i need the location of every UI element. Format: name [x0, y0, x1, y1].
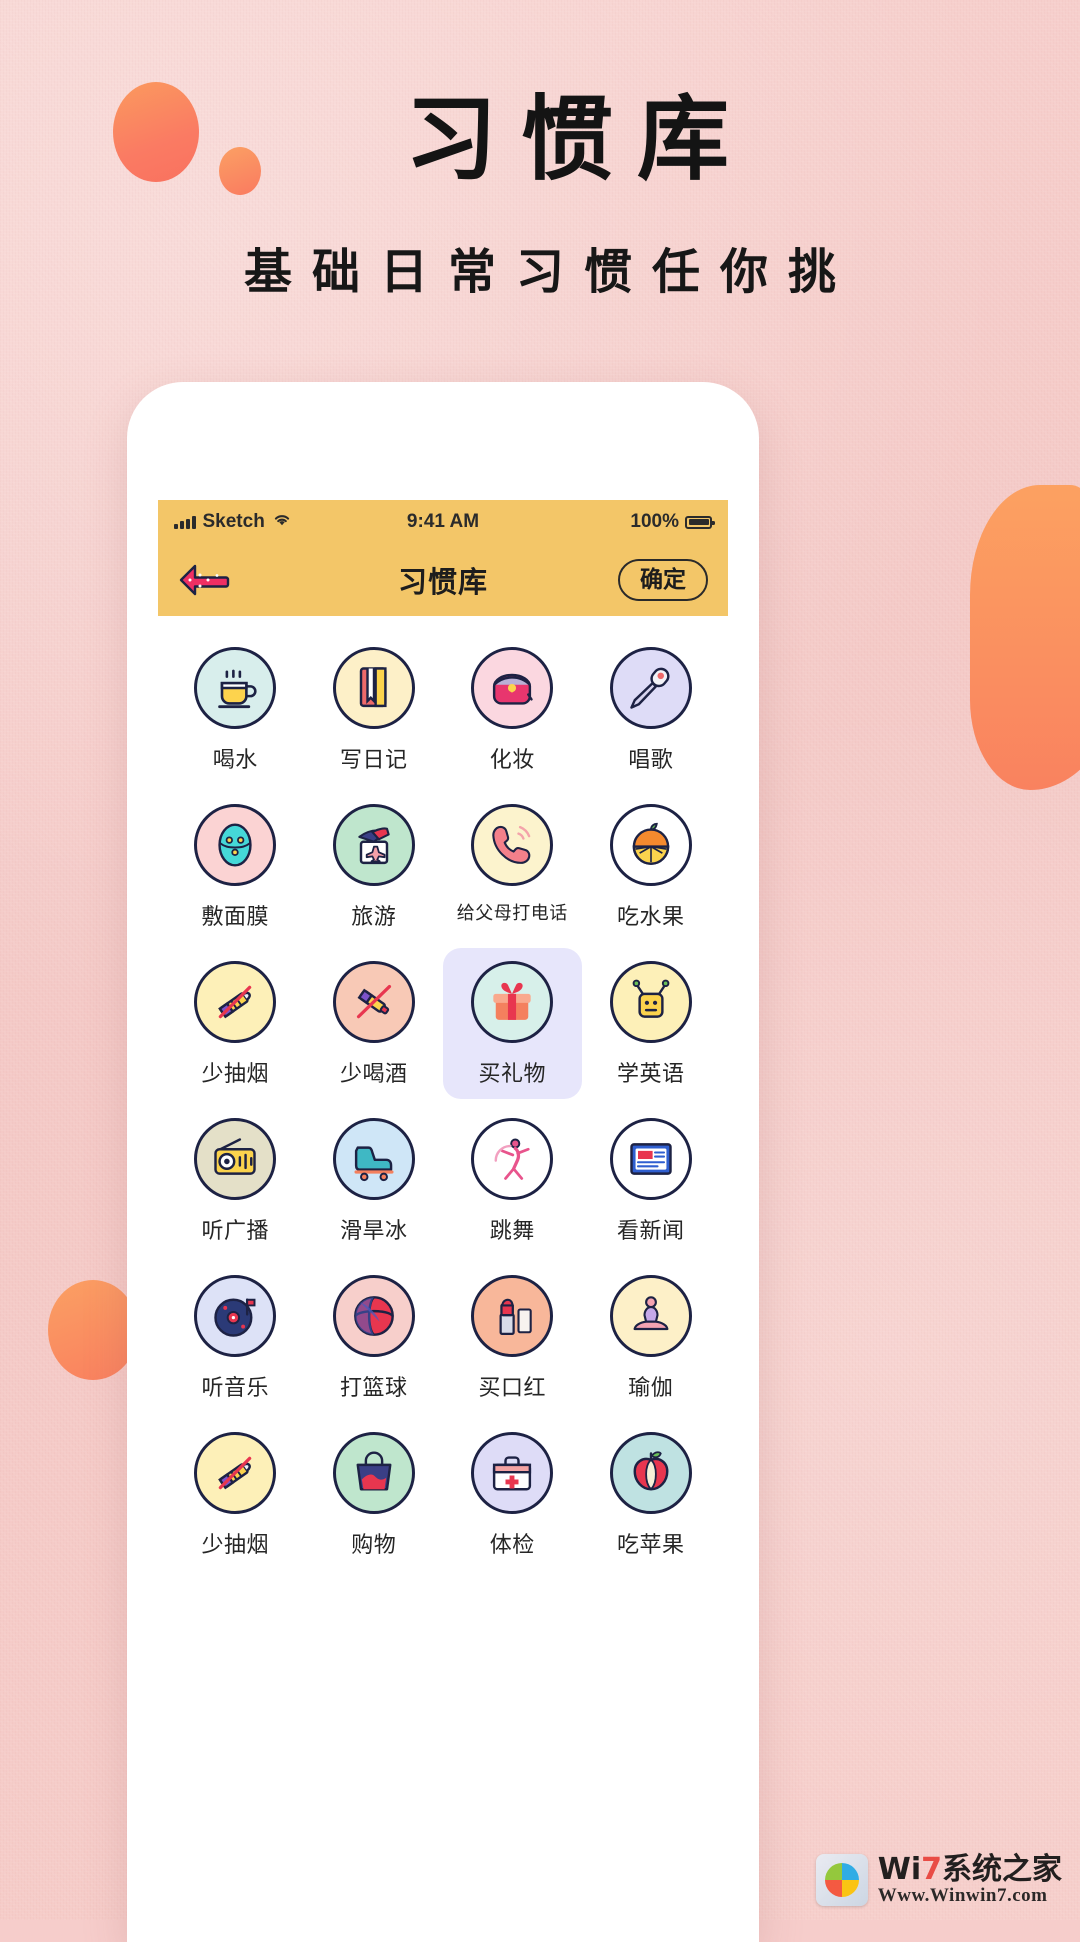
habit-item[interactable]: 买礼物 — [443, 948, 582, 1099]
habit-item[interactable]: 购物 — [305, 1419, 444, 1570]
habit-item-label: 旅游 — [351, 905, 397, 930]
habit-item[interactable]: 少抽烟 — [166, 1419, 305, 1570]
habit-item[interactable]: 听广播 — [166, 1105, 305, 1256]
habit-item-label: 看新闻 — [616, 1219, 685, 1244]
habit-item[interactable]: 唱歌 — [582, 634, 721, 785]
purse-icon — [471, 647, 554, 729]
habit-item-label: 打篮球 — [339, 1376, 408, 1401]
habit-item[interactable]: 体检 — [443, 1419, 582, 1570]
gift-icon — [471, 961, 554, 1043]
habit-item-label: 唱歌 — [628, 748, 674, 773]
dance-icon — [471, 1118, 554, 1200]
decorative-blob-right — [970, 485, 1080, 790]
habit-item-label: 体检 — [489, 1533, 535, 1558]
habit-item-label: 化妆 — [489, 748, 535, 773]
shopping-bag-icon — [332, 1432, 415, 1514]
phone-mockup: Sketch 9:41 AM 100% 习惯库 确定 喝水 写日记 化妆 唱歌 … — [127, 382, 759, 1942]
habit-item-label: 滑旱冰 — [339, 1219, 408, 1244]
english-icon — [609, 961, 692, 1043]
habit-item-label: 给父母打电话 — [456, 903, 568, 924]
carrier-label: Sketch — [202, 511, 265, 532]
habit-item[interactable]: 吃苹果 — [582, 1419, 721, 1570]
habit-item-label: 买口红 — [478, 1376, 546, 1401]
habit-item[interactable]: 滑旱冰 — [305, 1105, 444, 1256]
habit-item-label: 购物 — [351, 1533, 397, 1558]
confirm-button[interactable]: 确定 — [618, 558, 708, 602]
face-mask-icon — [194, 804, 277, 886]
habit-item[interactable]: 学英语 — [582, 948, 721, 1099]
no-alcohol-icon — [332, 961, 415, 1043]
watermark-brand: Wi7系统之家 — [878, 1854, 1062, 1886]
lipstick-icon — [471, 1275, 554, 1357]
watermark-brand-prefix: Wi — [877, 1852, 922, 1888]
microphone-icon — [609, 647, 692, 729]
habit-item[interactable]: 瑜伽 — [582, 1262, 721, 1413]
book-icon — [332, 647, 415, 729]
habit-item-label: 学英语 — [616, 1062, 685, 1087]
basketball-icon — [332, 1275, 415, 1357]
status-bar: Sketch 9:41 AM 100% — [158, 500, 728, 544]
battery-percent-label: 100% — [630, 511, 679, 532]
watermark: Wi7系统之家 Www.Winwin7.com — [815, 1854, 1062, 1906]
windows-logo-icon — [815, 1854, 868, 1906]
no-smoking-icon — [194, 1432, 277, 1514]
habit-item-label: 少抽烟 — [201, 1533, 269, 1558]
phone-call-icon — [471, 804, 554, 886]
status-bar-left: Sketch — [174, 511, 292, 533]
nav-bar: 习惯库 确定 — [158, 544, 728, 616]
habit-item[interactable]: 写日记 — [305, 634, 444, 785]
habit-item[interactable]: 少抽烟 — [166, 948, 305, 1099]
habit-item[interactable]: 给父母打电话 — [443, 791, 582, 942]
habit-grid: 喝水 写日记 化妆 唱歌敷面膜 旅游 给父母打电话 吃水果少抽烟 少喝酒 买礼物 学英语听广播 滑旱… — [158, 616, 728, 1942]
habit-item[interactable]: 跳舞 — [443, 1105, 582, 1256]
habit-item-label: 买礼物 — [478, 1062, 546, 1087]
habit-item[interactable]: 听音乐 — [166, 1262, 305, 1413]
habit-item[interactable]: 吃水果 — [582, 791, 721, 942]
habit-item[interactable]: 打篮球 — [305, 1262, 444, 1413]
habit-item-label: 敷面膜 — [201, 905, 269, 930]
radio-icon — [194, 1118, 277, 1200]
news-icon — [609, 1118, 692, 1200]
habit-item[interactable]: 看新闻 — [582, 1105, 721, 1256]
wifi-icon — [272, 511, 292, 533]
habit-item[interactable]: 少喝酒 — [305, 948, 444, 1099]
signal-bars-icon — [174, 515, 196, 529]
vinyl-icon — [194, 1275, 277, 1357]
habit-item-label: 跳舞 — [489, 1219, 535, 1244]
habit-item-label: 写日记 — [339, 748, 408, 773]
skate-icon — [332, 1118, 415, 1200]
habit-item-label: 吃苹果 — [616, 1533, 685, 1558]
page-title: 习惯库 — [404, 86, 753, 193]
decorative-blob-left — [48, 1280, 138, 1380]
habit-item-label: 吃水果 — [616, 905, 685, 930]
back-arrow-icon[interactable] — [178, 563, 230, 597]
watermark-brand-accent: 7 — [921, 1852, 942, 1888]
yoga-icon — [609, 1275, 692, 1357]
page-subtitle: 基础日常习惯任你挑 — [243, 244, 856, 300]
habit-item[interactable]: 旅游 — [305, 791, 444, 942]
habit-item-label: 少喝酒 — [339, 1062, 408, 1087]
watermark-url: Www.Winwin7.com — [877, 1884, 1048, 1906]
habit-item[interactable]: 买口红 — [443, 1262, 582, 1413]
travel-icon — [332, 804, 415, 886]
status-bar-right: 100% — [630, 511, 715, 533]
app-header: Sketch 9:41 AM 100% 习惯库 确定 — [158, 500, 728, 616]
habit-item-label: 瑜伽 — [628, 1376, 674, 1401]
medical-kit-icon — [471, 1432, 554, 1514]
habit-item[interactable]: 喝水 — [166, 634, 305, 785]
habit-item-label: 少抽烟 — [201, 1062, 269, 1087]
habit-item[interactable]: 化妆 — [443, 634, 582, 785]
orange-icon — [609, 804, 692, 886]
habit-item-label: 喝水 — [212, 748, 258, 773]
habit-item-label: 听广播 — [201, 1219, 269, 1244]
cup-icon — [194, 647, 277, 729]
apple-icon — [609, 1432, 692, 1514]
watermark-brand-suffix: 系统之家 — [942, 1852, 1062, 1888]
habit-item-label: 听音乐 — [201, 1376, 269, 1401]
habit-item[interactable]: 敷面膜 — [166, 791, 305, 942]
no-smoking-icon — [194, 961, 277, 1043]
battery-icon — [685, 515, 715, 529]
